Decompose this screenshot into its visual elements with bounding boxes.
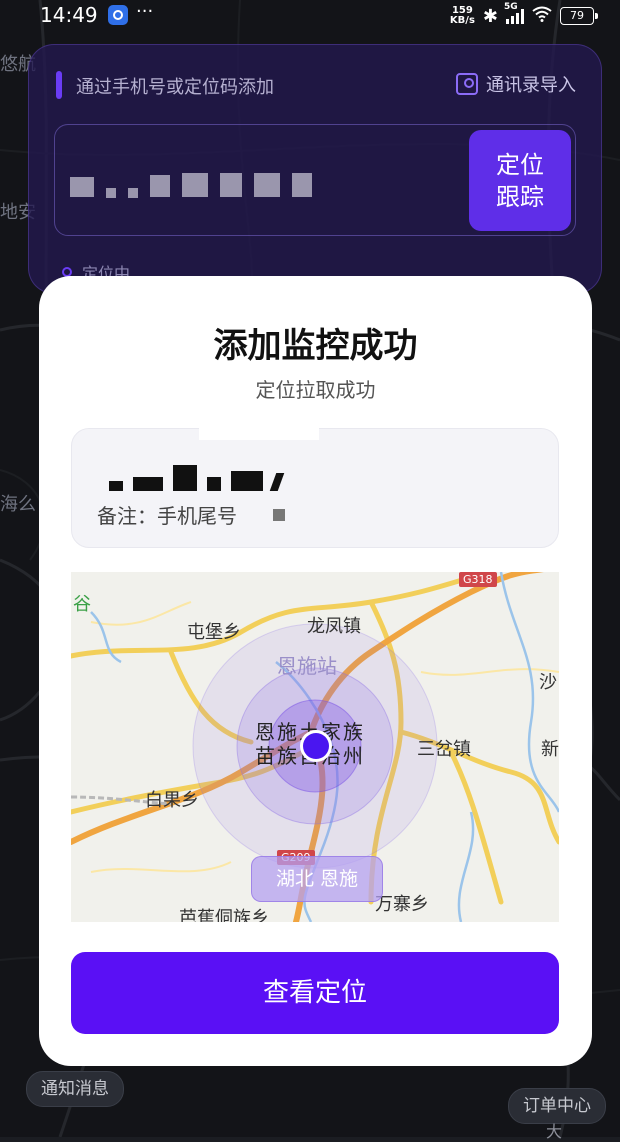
battery-icon: 79: [560, 7, 598, 25]
status-icons: 159 KB/s ✱ 5G 79: [450, 2, 598, 28]
location-pin-icon: [303, 733, 329, 759]
network-type: 5G: [504, 2, 518, 12]
app-notification-icon: [108, 5, 128, 25]
road-badge-g318: G318: [459, 572, 497, 587]
redaction-mark: [199, 426, 319, 440]
masked-phone-number: [70, 160, 312, 200]
contacts-import-button[interactable]: 通讯录导入: [456, 71, 576, 97]
add-monitor-success-dialog: 添加监控成功 定位拉取成功 备注：手机尾号 G318 谷 屯堡乡 龙凤镇 恩施站…: [39, 276, 592, 1066]
add-hint: 通过手机号或定位码添加: [76, 77, 274, 98]
track-location-button[interactable]: 定位跟踪: [469, 130, 571, 231]
map-label: 屯堡乡: [187, 622, 241, 643]
contacts-import-label: 通讯录导入: [486, 75, 576, 96]
masked-phone-number: [109, 461, 285, 491]
status-time: 14:49: [40, 3, 98, 27]
dialog-title: 添加监控成功: [213, 326, 418, 366]
map-label: 白果乡: [145, 790, 199, 811]
dialog-subtitle: 定位拉取成功: [255, 378, 376, 402]
location-map[interactable]: G318 G209 谷 屯堡乡 龙凤镇 恩施站 沙 恩施土家族 苗族自治州 三岔…: [71, 572, 559, 922]
network-speed: 159 KB/s: [450, 6, 475, 26]
contact-book-icon: [456, 73, 478, 95]
map-label: 万寨乡: [375, 894, 429, 915]
status-bar: 14:49 ··· 159 KB/s ✱ 5G 79: [0, 0, 620, 34]
notifications-button[interactable]: 通知消息: [26, 1071, 124, 1107]
bottom-cut-text: 大: [546, 1122, 563, 1141]
note-label: 备注：手机尾号: [97, 504, 237, 528]
map-label: 海么: [0, 494, 36, 515]
map-label: 沙: [539, 672, 557, 693]
wifi-icon: [532, 6, 552, 27]
cellular-signal-icon: 5G: [504, 2, 524, 24]
map-label: 恩施站: [277, 654, 337, 678]
map-label: 谷: [73, 594, 91, 615]
network-speed-unit: KB/s: [449, 15, 475, 26]
redaction-mark: [273, 508, 285, 521]
section-accent-bar: [56, 71, 62, 99]
map-label: 龙凤镇: [307, 616, 361, 637]
more-notifications-icon: ···: [136, 1, 154, 22]
location-name-badge: 湖北 恩施: [251, 856, 383, 902]
map-label: 三岔镇: [417, 739, 471, 760]
view-location-button[interactable]: 查看定位: [71, 952, 559, 1034]
map-label: 新: [541, 739, 559, 760]
map-label: 芭蕉侗族乡: [179, 908, 269, 922]
bluetooth-icon: ✱: [482, 5, 498, 27]
note-row: 备注：手机尾号: [97, 500, 285, 529]
track-location-label: 定位跟踪: [496, 150, 544, 211]
